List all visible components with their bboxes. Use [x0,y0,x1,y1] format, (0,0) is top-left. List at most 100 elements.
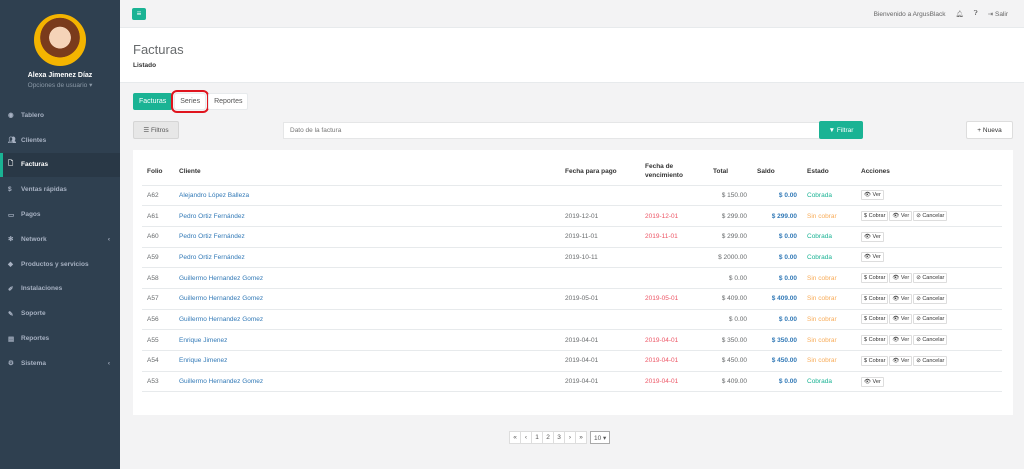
eye-icon: 👁︎ [864,254,873,261]
cancelar-button[interactable]: ⊘ Cancelar [913,273,948,284]
page-size-select[interactable]: 10 ▾ [590,431,611,444]
total-cell: $ 409.00 [708,288,752,310]
ver-button[interactable]: 👁︎ Ver [861,376,884,387]
ver-button[interactable]: 👁︎ Ver [889,273,913,284]
ver-button[interactable]: 👁︎ Ver [889,211,913,222]
sidebar-item-sistema[interactable]: ⚙ Sistema ‹ [0,351,120,376]
network-icon: ✻ [8,236,14,244]
col-estado[interactable]: Estado [802,158,856,186]
col-fecha-pago[interactable]: Fecha para pago [560,158,640,186]
col-folio[interactable]: Folio [142,158,174,186]
invoices-table-body: A62 Alejandro López Balleza $ 150.00 $ 0.00… [142,185,1002,393]
actions-cell: $ Cobrar 👁︎ Ver ⊘ Cancelar [856,205,1002,227]
cancelar-button[interactable]: ⊘ Cancelar [913,335,948,346]
invoice-search-input[interactable] [283,122,820,139]
sidebar-item-instalaciones[interactable]: ✐ Instalaciones [0,277,120,302]
filter-label: Filtrar [836,126,854,134]
ver-button[interactable]: 👁︎ Ver [889,314,913,325]
balance-cell: $ 0.00 [752,226,802,248]
ver-button[interactable]: 👁︎ Ver [889,355,913,366]
tab-series[interactable]: Series [171,90,210,113]
cobrar-button[interactable]: $ Cobrar [861,211,889,222]
eye-icon: 👁︎ [892,295,901,302]
payment-date-cell: 2019-04-01 [560,329,640,351]
sidebar-item-label: Soporte [21,310,46,318]
sidebar-item-ventas-rápidas[interactable]: $ Ventas rápidas [0,177,120,202]
status-cell: Sin cobrar [802,350,856,372]
client-link[interactable]: Guillermo Hernandez Gomez [174,288,560,310]
sidebar-item-productos-y-servicios[interactable]: ◆ Productos y servicios [0,252,120,277]
col-total[interactable]: Total [708,158,752,186]
logout-link[interactable]: ⇥ Salir [988,10,1008,18]
balance-cell: $ 0.00 [752,371,802,393]
ver-button[interactable]: 👁︎ Ver [889,293,913,304]
cobrar-button[interactable]: $ Cobrar [861,314,889,325]
balance-cell: $ 0.00 [752,267,802,289]
cancelar-button[interactable]: ⊘ Cancelar [913,355,948,366]
eye-icon: 👁︎ [892,357,901,364]
tab-reportes[interactable]: Reportes [208,93,249,110]
profile-options-dropdown[interactable]: Opciones de usuario ▾ [28,81,93,89]
action-label: Ver [900,295,910,302]
new-invoice-button[interactable]: + Nueva [966,121,1013,139]
sidebar-item-soporte[interactable]: ✎ Soporte [0,301,120,326]
eye-icon: 👁︎ [892,316,901,323]
ver-button[interactable]: 👁︎ Ver [861,231,884,242]
status-cell: Sin cobrar [802,309,856,331]
help-icon[interactable]: ❓︎ [974,10,978,18]
cobrar-button[interactable]: $ Cobrar [861,355,889,366]
ver-button[interactable]: 👁︎ Ver [861,252,884,263]
sidebar-item-facturas[interactable]: 🗋 Facturas [0,152,120,178]
payment-date-cell: 2019-05-01 [560,288,640,310]
client-link[interactable]: Guillermo Hernandez Gomez [174,371,560,393]
folio-cell: A55 [142,329,174,351]
cobrar-button[interactable]: $ Cobrar [861,335,889,346]
table-row: A56 Guillermo Hernandez Gomez $ 0.00 $ 0.00… [142,309,1002,331]
col-fecha-vencimiento[interactable]: Fecha de vencimiento [640,158,708,186]
sidebar-item-tablero[interactable]: ◉ Tablero [0,103,120,128]
folio-cell: A56 [142,309,174,331]
client-link[interactable]: Enrique Jimenez [174,350,560,372]
col-cliente[interactable]: Cliente [174,158,560,186]
cancelar-button[interactable]: ⊘ Cancelar [913,293,948,304]
support-icon: ✎ [8,310,14,318]
status-cell: Cobrada [802,371,856,393]
sidebar-item-clientes[interactable]: 👥︎ Clientes [0,128,120,153]
action-label: Cancelar [922,213,945,220]
balance-cell: $ 409.00 [752,288,802,310]
ver-button[interactable]: 👁︎ Ver [889,335,913,346]
payment-date-cell [560,185,640,207]
col-saldo[interactable]: Saldo [752,158,802,186]
filters-toggle-button[interactable]: ☰ Filtros [133,121,179,139]
sidebar-item-label: Pagos [21,211,41,219]
client-link[interactable]: Pedro Ortiz Fernández [174,226,560,248]
sidebar-item-network[interactable]: ✻ Network ‹ [0,227,120,252]
menu-toggle-button[interactable]: ≡ [132,7,146,20]
chevron-left-icon: ‹ [107,235,110,243]
bell-icon[interactable]: 🔔︎ [956,10,964,18]
table-row: A57 Guillermo Hernandez Gomez 2019-05-01 20… [142,288,1002,310]
action-label: Ver [900,357,910,364]
client-link[interactable]: Alejandro López Balleza [174,185,560,207]
logout-icon: ⇥ [987,11,994,18]
client-link[interactable]: Guillermo Hernandez Gomez [174,309,560,331]
cobrar-button[interactable]: $ Cobrar [861,293,889,304]
cobrar-button[interactable]: $ Cobrar [861,273,889,284]
ver-button[interactable]: 👁︎ Ver [861,190,884,201]
logout-label: Salir [994,11,1008,18]
action-label: Cobrar [868,275,886,282]
cancelar-button[interactable]: ⊘ Cancelar [913,314,948,325]
topbar-right: Bienvenido a ArgusBlack 🔔︎ ❓︎ ⇥ Salir [874,0,1008,28]
client-link[interactable]: Pedro Ortiz Fernández [174,205,560,227]
last-page-button[interactable]: » [575,431,587,444]
avatar[interactable] [34,14,86,66]
client-link[interactable]: Guillermo Hernandez Gomez [174,267,560,289]
filter-button[interactable]: ▼ Filtrar [819,121,863,139]
sidebar-item-pagos[interactable]: ▭ Pagos [0,202,120,227]
due-date-cell: 2019-04-01 [640,350,708,372]
tab-facturas[interactable]: Facturas [133,93,173,110]
client-link[interactable]: Pedro Ortiz Fernández [174,247,560,269]
sidebar-item-reportes[interactable]: ▤ Reportes [0,326,120,351]
cancelar-button[interactable]: ⊘ Cancelar [913,211,948,222]
client-link[interactable]: Enrique Jimenez [174,329,560,351]
